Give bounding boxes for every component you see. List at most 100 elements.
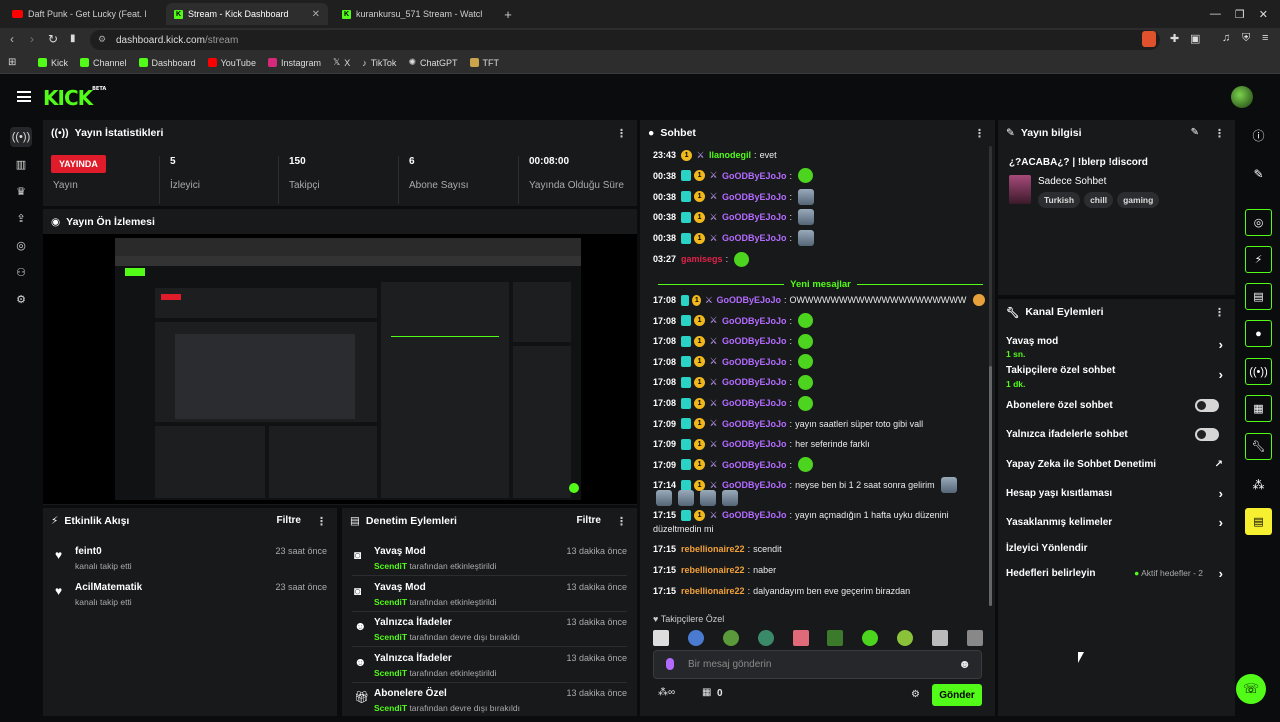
chat-username[interactable]: rebellionaire22 xyxy=(681,565,745,575)
action-slow-mode[interactable]: Yavaş mod 1 sn. › xyxy=(1006,329,1225,359)
moderation-shortcut-icon[interactable]: ◎ xyxy=(1245,209,1272,236)
chat-settings-icon[interactable]: ⚙ xyxy=(911,689,920,700)
broadcast-shortcut-icon[interactable]: ((•)) xyxy=(1245,358,1272,385)
user-avatar[interactable] xyxy=(1231,86,1253,108)
bookmark-dashboard[interactable]: Dashboard xyxy=(138,58,196,68)
tag[interactable]: gaming xyxy=(1117,192,1160,208)
action-host-viewers[interactable]: İzleyici Yönlendir xyxy=(1006,535,1225,561)
emoji-picker-icon[interactable]: ☻ xyxy=(958,657,971,671)
edit-pencil-icon[interactable]: ✎ xyxy=(1245,160,1272,187)
emote[interactable] xyxy=(757,630,774,646)
chat-username[interactable]: GoODByEJoJo xyxy=(722,439,787,449)
category-name[interactable]: Sadece Sohbet xyxy=(1038,176,1106,187)
emote[interactable] xyxy=(862,630,879,646)
action-ai-moderation[interactable]: Yapay Zeka ile Sohbet Denetimi ↗ xyxy=(1006,451,1225,477)
action-account-age[interactable]: Hesap yaşı kısıtlaması › xyxy=(1006,480,1225,506)
settings-nav-icon[interactable]: ⚙ xyxy=(10,289,32,309)
trophy-nav-icon[interactable]: ♛ xyxy=(10,181,32,201)
wallet-icon[interactable]: ▣ xyxy=(1190,32,1200,45)
chat-shortcut-icon[interactable]: ● xyxy=(1245,320,1272,347)
points-shortcut-icon[interactable]: ⁂ xyxy=(1245,471,1272,498)
maximize-icon[interactable]: ❐ xyxy=(1235,8,1245,21)
bookmark-tft[interactable]: TFT xyxy=(469,58,499,68)
chat-username[interactable]: GoODByEJoJo xyxy=(722,171,787,181)
clip-shortcut-icon[interactable]: ▤ xyxy=(1245,508,1272,535)
extensions-icon[interactable]: ✚ xyxy=(1170,32,1179,45)
emotes-only-toggle[interactable] xyxy=(1195,427,1219,441)
emote[interactable] xyxy=(932,630,948,646)
chat-username[interactable]: GoODByEJoJo xyxy=(722,398,787,408)
chat-username[interactable]: GoODByEJoJo xyxy=(722,192,787,202)
emote[interactable] xyxy=(653,630,669,646)
chat-username[interactable]: rebellionaire22 xyxy=(681,544,745,554)
browser-tab-kick-dashboard[interactable]: K Stream - Kick Dashboard ✕ xyxy=(166,3,328,25)
vpn-icon[interactable]: ⛨ xyxy=(1242,32,1250,45)
back-icon[interactable]: ‹ xyxy=(10,32,14,46)
emote[interactable] xyxy=(827,630,844,646)
more-options-icon[interactable]: ⋮ xyxy=(616,515,627,528)
apps-grid-icon[interactable]: ⊞ xyxy=(8,57,16,68)
bookmark-x[interactable]: 𝕏X xyxy=(333,57,350,68)
action-followers-only[interactable]: Takipçilere özel sohbet 1 dk. › xyxy=(1006,359,1225,389)
menu-icon[interactable]: ≡ xyxy=(1262,32,1268,44)
chat-username[interactable]: llanodegil xyxy=(709,150,751,160)
bookmark-kick[interactable]: Kick xyxy=(38,58,68,68)
media-icon[interactable]: ♫ xyxy=(1222,32,1230,44)
channel-points-icon[interactable]: ⁂∞ xyxy=(658,687,675,698)
url-field[interactable]: ⚙ dashboard.kick.com/stream xyxy=(90,30,1160,50)
subscribers-only-toggle[interactable] xyxy=(1195,398,1219,412)
chat-username[interactable]: GoODByEJoJo xyxy=(716,295,781,305)
more-options-icon[interactable]: ⋮ xyxy=(974,127,985,140)
more-options-icon[interactable]: ⋮ xyxy=(316,515,327,528)
bookmark-icon[interactable]: ▮ xyxy=(70,33,76,44)
bookmark-channel[interactable]: Channel xyxy=(80,58,127,68)
forward-icon[interactable]: › xyxy=(30,32,34,46)
chat-username[interactable]: rebellionaire22 xyxy=(681,586,745,596)
emote[interactable] xyxy=(722,630,739,646)
emote[interactable] xyxy=(792,630,809,646)
brave-shield-icon[interactable] xyxy=(1142,31,1156,47)
chat-input[interactable]: Bir mesaj gönderin ☻ xyxy=(653,650,982,679)
chat-username[interactable]: GoODByEJoJo xyxy=(722,419,787,429)
support-chat-icon[interactable]: ☏ xyxy=(1236,674,1266,704)
emote[interactable] xyxy=(966,630,983,646)
chat-username[interactable]: GoODByEJoJo xyxy=(722,336,787,346)
stream-preview-video[interactable] xyxy=(43,234,637,504)
upload-nav-icon[interactable]: ⇪ xyxy=(10,208,32,228)
more-options-icon[interactable]: ⋮ xyxy=(1214,306,1225,319)
chat-username[interactable]: GoODByEJoJo xyxy=(722,357,787,367)
hamburger-menu-icon[interactable] xyxy=(17,91,31,102)
users-nav-icon[interactable]: ⚇ xyxy=(10,262,32,282)
more-options-icon[interactable]: ⋮ xyxy=(1214,127,1225,140)
chat-username[interactable]: gamisegs xyxy=(681,254,723,264)
edit-icon[interactable]: ✎ xyxy=(1191,127,1199,138)
action-banned-words[interactable]: Yasaklanmış kelimeler › xyxy=(1006,509,1225,535)
info-icon[interactable]: ⓘ xyxy=(1245,122,1272,149)
chat-username[interactable]: GoODByEJoJo xyxy=(722,460,787,470)
moderation-nav-icon[interactable]: ◎ xyxy=(10,235,32,255)
chat-username[interactable]: GoODByEJoJo xyxy=(722,233,787,243)
send-button[interactable]: Gönder xyxy=(932,684,982,706)
minimize-icon[interactable]: — xyxy=(1210,8,1221,20)
lightning-shortcut-icon[interactable]: ⚡ xyxy=(1245,246,1272,273)
close-tab-icon[interactable]: ✕ xyxy=(312,9,320,20)
new-tab-button[interactable]: + xyxy=(498,3,518,25)
chat-username[interactable]: GoODByEJoJo xyxy=(722,212,787,222)
wrench-shortcut-icon[interactable]: 🔧︎ xyxy=(1245,433,1272,460)
chat-username[interactable]: GoODByEJoJo xyxy=(722,377,787,387)
emote[interactable] xyxy=(897,630,914,646)
filter-button[interactable]: Filtre xyxy=(277,515,301,526)
bookmark-instagram[interactable]: Instagram xyxy=(267,58,321,68)
emote[interactable] xyxy=(687,630,704,646)
gift-icon[interactable]: ▦ xyxy=(702,687,711,698)
tag[interactable]: chill xyxy=(1084,192,1114,208)
bookmark-youtube[interactable]: YouTube xyxy=(207,58,256,68)
bookmark-tiktok[interactable]: ♪ TikTok xyxy=(362,58,396,68)
chat-username[interactable]: GoODByEJoJo xyxy=(722,316,787,326)
bookmark-chatgpt[interactable]: ✺ ChatGPT xyxy=(408,57,457,68)
clipboard-shortcut-icon[interactable]: ▤ xyxy=(1245,283,1272,310)
browser-tab-kick-watch[interactable]: K kurankursu_571 Stream - Watch Live xyxy=(334,3,494,25)
browser-tab-youtube[interactable]: Daft Punk - Get Lucky (Feat. Pharrell xyxy=(4,3,160,25)
chat-scrollbar[interactable] xyxy=(989,146,992,606)
chat-username[interactable]: GoODByEJoJo xyxy=(722,510,787,520)
